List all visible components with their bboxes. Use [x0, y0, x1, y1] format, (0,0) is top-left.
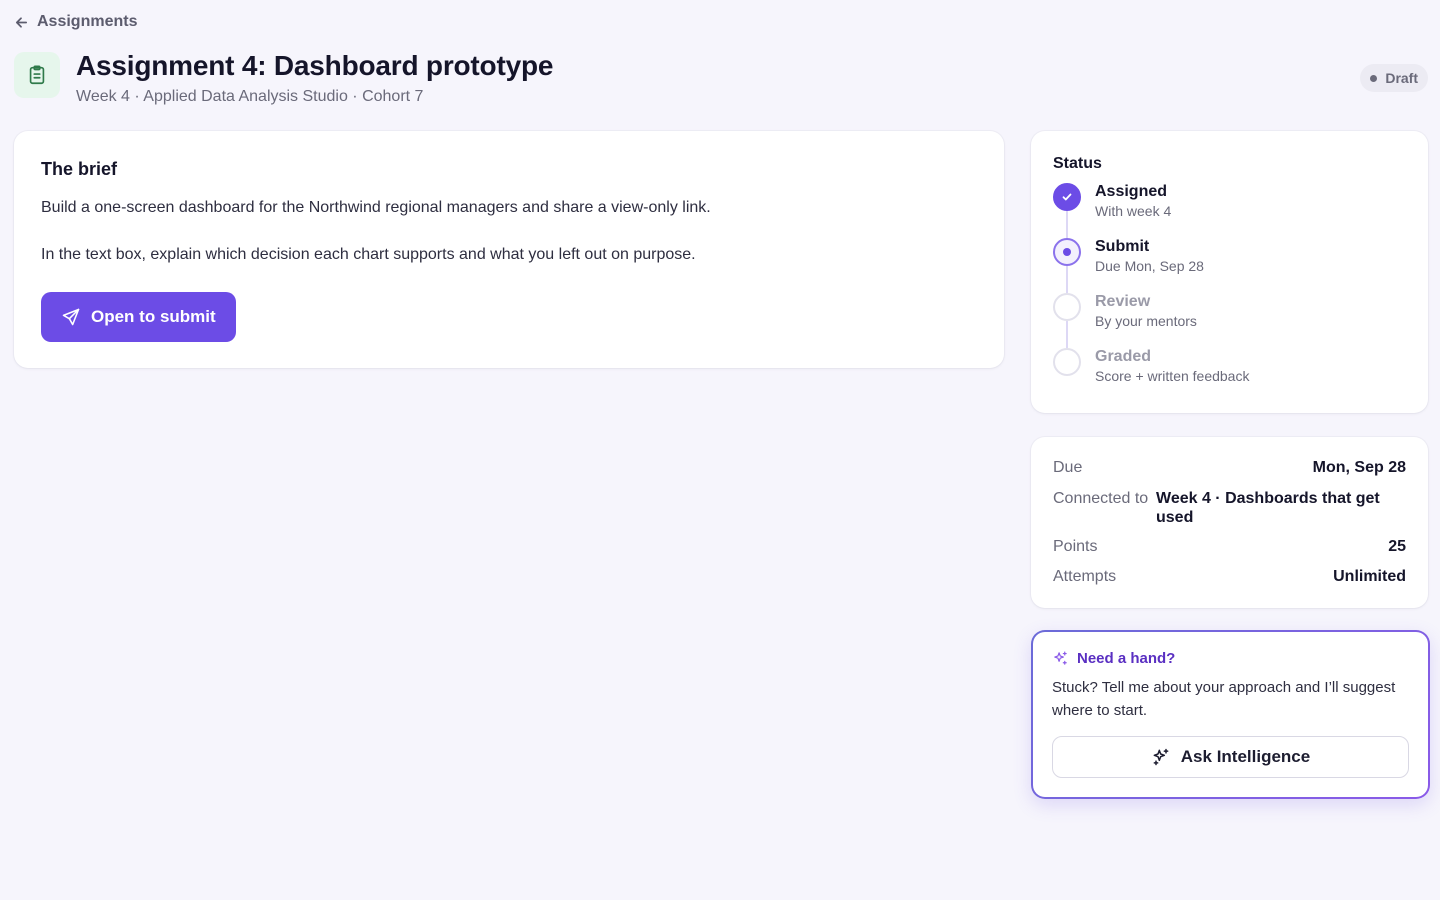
detail-label: Connected to: [1053, 490, 1149, 507]
help-card: Need a hand? Stuck? Tell me about your a…: [1031, 630, 1430, 799]
back-link[interactable]: Assignments: [14, 13, 137, 31]
detail-value: 25: [1388, 538, 1406, 555]
page-title: Assignment 4: Dashboard prototype: [76, 50, 554, 81]
back-link-label: Assignments: [37, 13, 138, 30]
status-card: Status Assigned With week 4 Submit Due M…: [1031, 131, 1428, 413]
badge-label: Draft: [1385, 70, 1418, 86]
page-subtitle: Week 4 · Applied Data Analysis Studio · …: [76, 88, 424, 105]
step-title: Graded: [1095, 348, 1152, 365]
step-connector: [1066, 211, 1068, 238]
help-title-label: Need a hand?: [1077, 650, 1176, 667]
status-steps: Assigned With week 4 Submit Due Mon, Sep…: [1053, 183, 1406, 403]
detail-value: Unlimited: [1333, 568, 1406, 585]
status-step-submit: Submit Due Mon, Sep 28: [1053, 238, 1406, 293]
brief-paragraph-1: Build a one-screen dashboard for the Nor…: [41, 199, 711, 216]
step-current-marker: [1053, 238, 1081, 266]
ask-intelligence-label: Ask Intelligence: [1180, 747, 1311, 766]
sparkles-icon: [1054, 651, 1067, 665]
arrow-left-icon: [15, 16, 28, 28]
brief-heading: The brief: [41, 159, 118, 179]
details-card: Due Mon, Sep 28 Connected to Week 4 · Da…: [1031, 437, 1428, 608]
brief-paragraph-2: In the text box, explain which decision …: [41, 246, 696, 263]
detail-row-points: Points 25: [1053, 538, 1406, 568]
sparkles-icon: [1153, 748, 1169, 766]
step-pending-marker: [1053, 348, 1081, 376]
ask-intelligence-button[interactable]: Ask Intelligence: [1052, 736, 1409, 778]
assignment-icon-tile: [14, 52, 60, 98]
badge-dot: [1370, 74, 1378, 82]
open-to-submit-label: Open to submit: [91, 307, 216, 326]
step-title: Assigned: [1095, 183, 1168, 200]
detail-label: Attempts: [1053, 568, 1117, 585]
step-detail: By your mentors: [1095, 313, 1197, 329]
step-connector: [1066, 266, 1068, 293]
detail-row-due: Due Mon, Sep 28: [1053, 459, 1406, 489]
detail-label: Points: [1053, 538, 1098, 555]
step-connector: [1066, 321, 1068, 348]
help-card-inner: Need a hand? Stuck? Tell me about your a…: [1033, 632, 1428, 797]
status-step-assigned: Assigned With week 4: [1053, 183, 1406, 238]
current-dot: [1063, 248, 1071, 256]
clipboard-icon: [29, 65, 45, 85]
step-done-marker: [1053, 183, 1081, 211]
step-title: Review: [1095, 293, 1151, 310]
detail-row-connected: Connected to Week 4 · Dashboards that ge…: [1053, 489, 1406, 538]
detail-value: Week 4 · Dashboards that get used: [1156, 490, 1380, 526]
detail-value: Mon, Sep 28: [1312, 459, 1406, 476]
page-header: Assignment 4: Dashboard prototype Week 4…: [14, 50, 554, 106]
check-icon: [1062, 193, 1072, 201]
step-title: Submit: [1095, 238, 1150, 255]
help-title: Need a hand?: [1052, 650, 1409, 667]
step-detail: Due Mon, Sep 28: [1095, 258, 1204, 274]
status-step-review: Review By your mentors: [1053, 293, 1406, 348]
help-text: Stuck? Tell me about your approach and I…: [1052, 679, 1396, 719]
step-detail: With week 4: [1095, 203, 1172, 219]
brief-card: The brief Build a one-screen dashboard f…: [14, 131, 1004, 368]
detail-row-attempts: Attempts Unlimited: [1053, 568, 1406, 598]
detail-label: Due: [1053, 459, 1083, 476]
status-heading: Status: [1053, 155, 1102, 172]
send-icon: [62, 308, 80, 326]
step-detail: Score + written feedback: [1095, 368, 1250, 384]
status-step-graded: Graded Score + written feedback: [1053, 348, 1406, 403]
status-badge: Draft: [1360, 64, 1428, 92]
open-to-submit-button[interactable]: Open to submit: [41, 292, 236, 342]
step-pending-marker: [1053, 293, 1081, 321]
